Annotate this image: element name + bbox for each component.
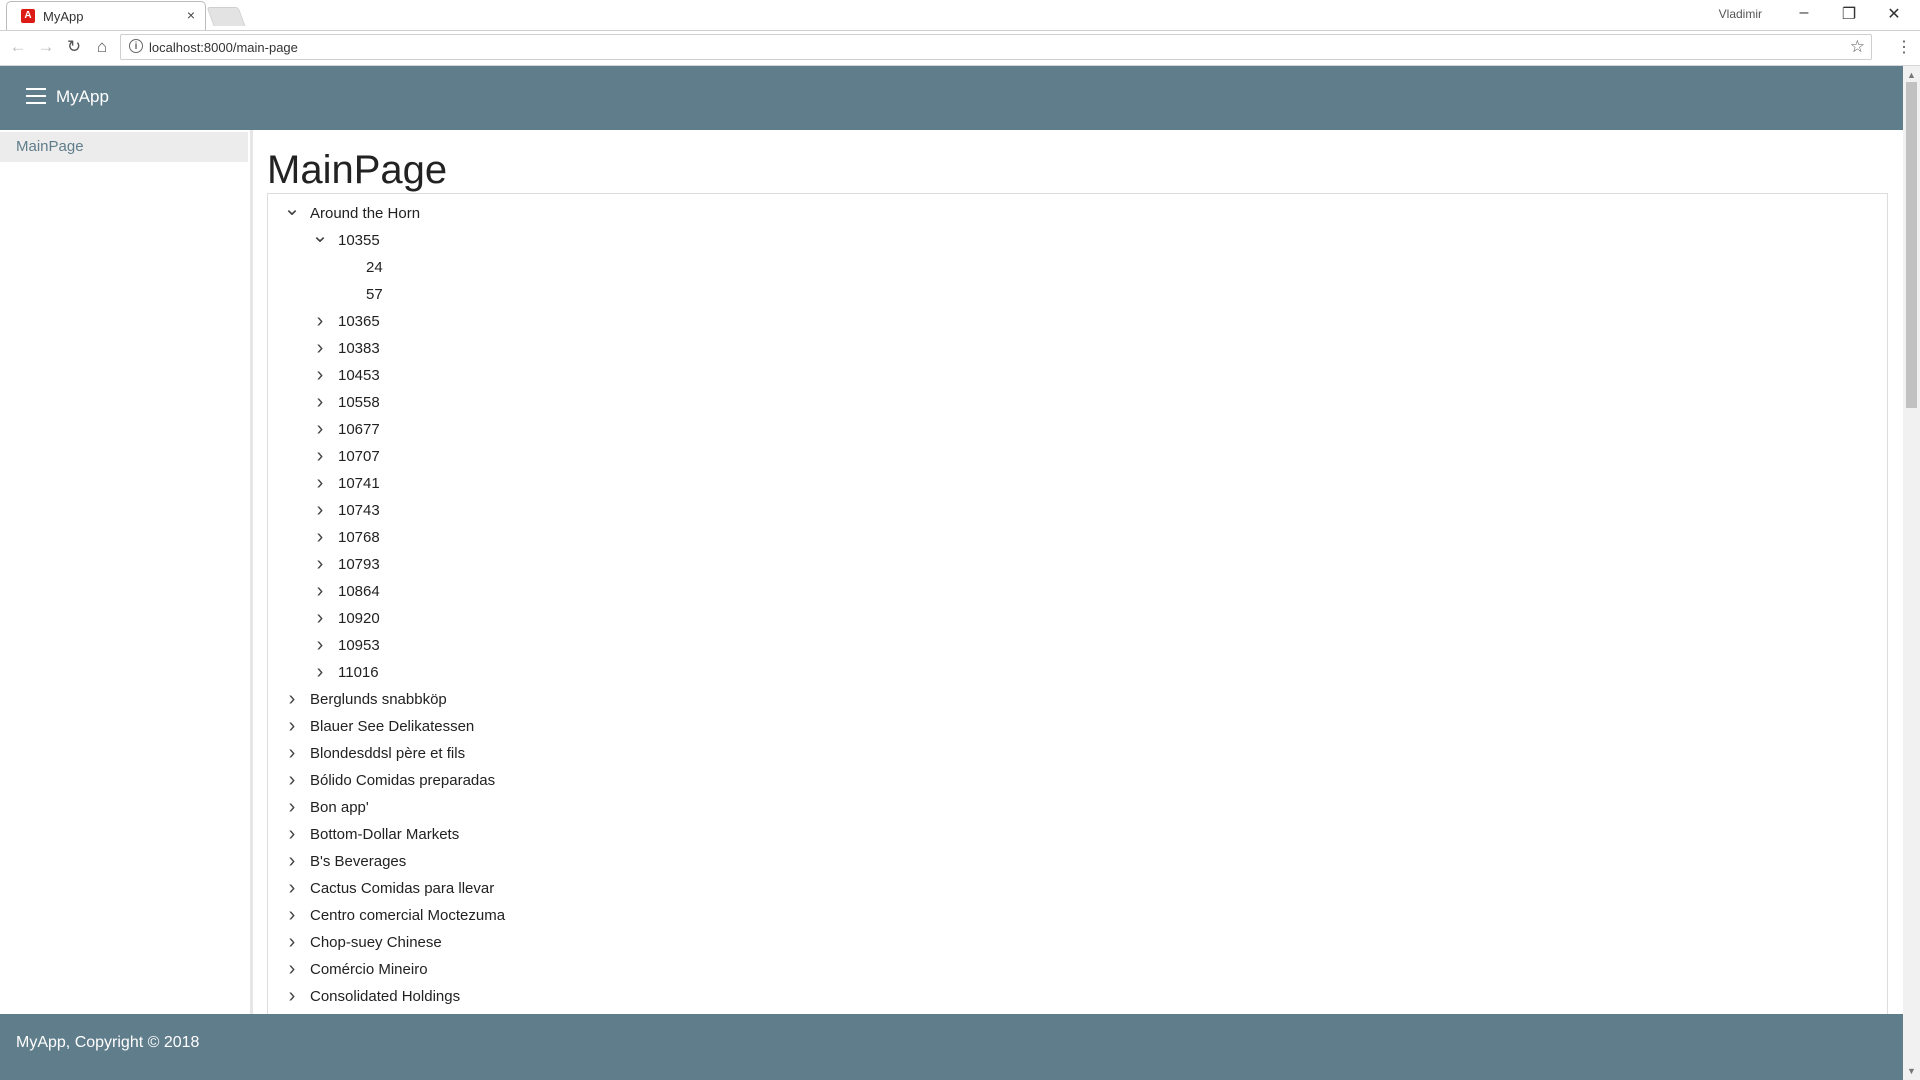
tree-node-label: 11016 <box>338 664 379 681</box>
bookmark-star-icon[interactable]: ☆ <box>1850 37 1865 57</box>
profile-name[interactable]: Vladimir <box>1719 7 1762 21</box>
tree-node-label: 10677 <box>338 421 380 438</box>
tree-node-label: Bottom-Dollar Markets <box>310 826 460 843</box>
chevron-right-icon[interactable]: › <box>310 551 330 578</box>
tree-node-label: 10768 <box>338 529 380 546</box>
info-icon[interactable]: i <box>129 39 143 53</box>
tree-node-label: 10741 <box>338 475 380 492</box>
tree-node-label: Cactus Comidas para llevar <box>310 880 495 897</box>
close-window-icon[interactable]: ✕ <box>1874 4 1914 24</box>
chevron-right-icon[interactable]: › <box>282 875 302 902</box>
tree-node-label: 10793 <box>338 556 380 573</box>
address-bar[interactable]: i localhost:8000/main-page ☆ <box>120 34 1872 60</box>
chevron-right-icon[interactable]: › <box>282 821 302 848</box>
tree-node-label: Bólido Comidas preparadas <box>310 772 496 789</box>
chevron-right-icon[interactable]: › <box>282 983 302 1010</box>
page-scrollbar[interactable]: ▲ ▼ <box>1903 66 1920 1080</box>
angular-favicon-icon: A <box>21 9 35 23</box>
tree-node-label: 10355 <box>338 232 380 249</box>
tree-node-label: Chop-suey Chinese <box>310 934 442 951</box>
chevron-down-icon[interactable]: ⌄ <box>282 199 302 227</box>
chevron-right-icon[interactable]: › <box>310 335 330 362</box>
browser-menu-icon[interactable]: ⋮ <box>1896 37 1912 57</box>
reload-icon[interactable]: ↻ <box>62 37 86 57</box>
chevron-right-icon[interactable]: › <box>310 497 330 524</box>
tree-node-label: 10920 <box>338 610 380 627</box>
chevron-right-icon[interactable]: › <box>282 956 302 983</box>
minimize-icon[interactable]: – <box>1784 4 1824 22</box>
tree-node-label: 10383 <box>338 340 380 357</box>
chevron-right-icon[interactable]: › <box>310 389 330 416</box>
tree-node-label: 10453 <box>338 367 380 384</box>
chevron-right-icon[interactable]: › <box>282 794 302 821</box>
tree-node-label: B's Beverages <box>310 853 407 870</box>
forward-icon[interactable]: → <box>34 37 58 57</box>
hamburger-menu-icon[interactable] <box>26 88 46 104</box>
chevron-right-icon[interactable]: › <box>310 659 330 686</box>
chevron-right-icon[interactable]: › <box>282 848 302 875</box>
new-tab-button[interactable] <box>206 7 246 26</box>
tree-node-label: 10864 <box>338 583 380 600</box>
scroll-thumb[interactable] <box>1906 82 1917 408</box>
tab-close-icon[interactable]: × <box>187 7 195 23</box>
chevron-right-icon[interactable]: › <box>282 767 302 794</box>
page-title: MainPage <box>267 148 448 192</box>
sidebar-item-mainpage[interactable]: MainPage <box>0 132 248 162</box>
chevron-right-icon[interactable]: › <box>310 308 330 335</box>
chevron-right-icon[interactable]: › <box>310 470 330 497</box>
chevron-right-icon[interactable]: › <box>282 713 302 740</box>
main-content: MainPage ⌄ Around the Horn ⌄ 10355 24 57 › 1036… <box>253 130 1903 1014</box>
home-icon[interactable]: ⌂ <box>90 37 114 57</box>
tree-node-label: Centro comercial Moctezuma <box>310 907 506 924</box>
browser-toolbar: ← → ↻ ⌂ i localhost:8000/main-page ☆ ⋮ <box>0 31 1920 66</box>
sidebar: MainPage <box>0 130 251 1014</box>
tree-node-label: Consolidated Holdings <box>310 988 461 1005</box>
tree-node-label: Bon app' <box>310 799 369 816</box>
chevron-right-icon[interactable]: › <box>310 605 330 632</box>
footer-copyright: MyApp, Copyright © 2018 <box>16 1034 200 1051</box>
chevron-right-icon[interactable]: › <box>282 686 302 713</box>
tree-node-label: 57 <box>366 286 383 303</box>
chevron-right-icon[interactable]: › <box>310 632 330 659</box>
app-title: MyApp <box>56 87 109 106</box>
tree-node-label: Around the Horn <box>310 205 421 222</box>
app-footer: MyApp, Copyright © 2018 <box>0 1014 1903 1080</box>
tree-node-label: 10365 <box>338 313 380 330</box>
tree-view: ⌄ Around the Horn ⌄ 10355 24 57 › 10365 › 10383 › 1… <box>267 193 1888 1014</box>
tree-node-label: Comércio Mineiro <box>310 961 428 978</box>
tab-title: MyApp <box>43 9 84 24</box>
chevron-right-icon[interactable]: › <box>310 443 330 470</box>
restore-icon[interactable]: ❐ <box>1829 4 1869 24</box>
browser-tab[interactable]: A MyApp × <box>6 1 206 30</box>
chevron-right-icon[interactable]: › <box>310 578 330 605</box>
url-text: localhost:8000/main-page <box>149 40 298 55</box>
chevron-right-icon[interactable]: › <box>310 362 330 389</box>
chevron-right-icon[interactable]: › <box>310 416 330 443</box>
tree-node-label: 10743 <box>338 502 380 519</box>
scroll-up-arrow-icon[interactable]: ▲ <box>1907 70 1916 80</box>
browser-tabstrip: A MyApp × Vladimir – ❐ ✕ <box>0 0 1920 31</box>
chevron-down-icon[interactable]: ⌄ <box>310 226 330 254</box>
tree-node-label: 10707 <box>338 448 380 465</box>
tree-node-label: Blauer See Delikatessen <box>310 718 475 735</box>
chevron-right-icon[interactable]: › <box>310 524 330 551</box>
tree-node-label: 10558 <box>338 394 380 411</box>
tree-node-label: Berglunds snabbköp <box>310 691 447 708</box>
scroll-down-arrow-icon[interactable]: ▼ <box>1907 1066 1916 1076</box>
tree-node-label: Blondesddsl père et fils <box>310 745 466 762</box>
chevron-right-icon[interactable]: › <box>282 902 302 929</box>
app-header: MyApp <box>0 66 1903 130</box>
chevron-right-icon[interactable]: › <box>282 929 302 956</box>
tree-node-label: 10953 <box>338 637 380 654</box>
tree-node-label: 24 <box>366 259 383 276</box>
chevron-right-icon[interactable]: › <box>282 740 302 767</box>
back-icon[interactable]: ← <box>6 37 30 57</box>
